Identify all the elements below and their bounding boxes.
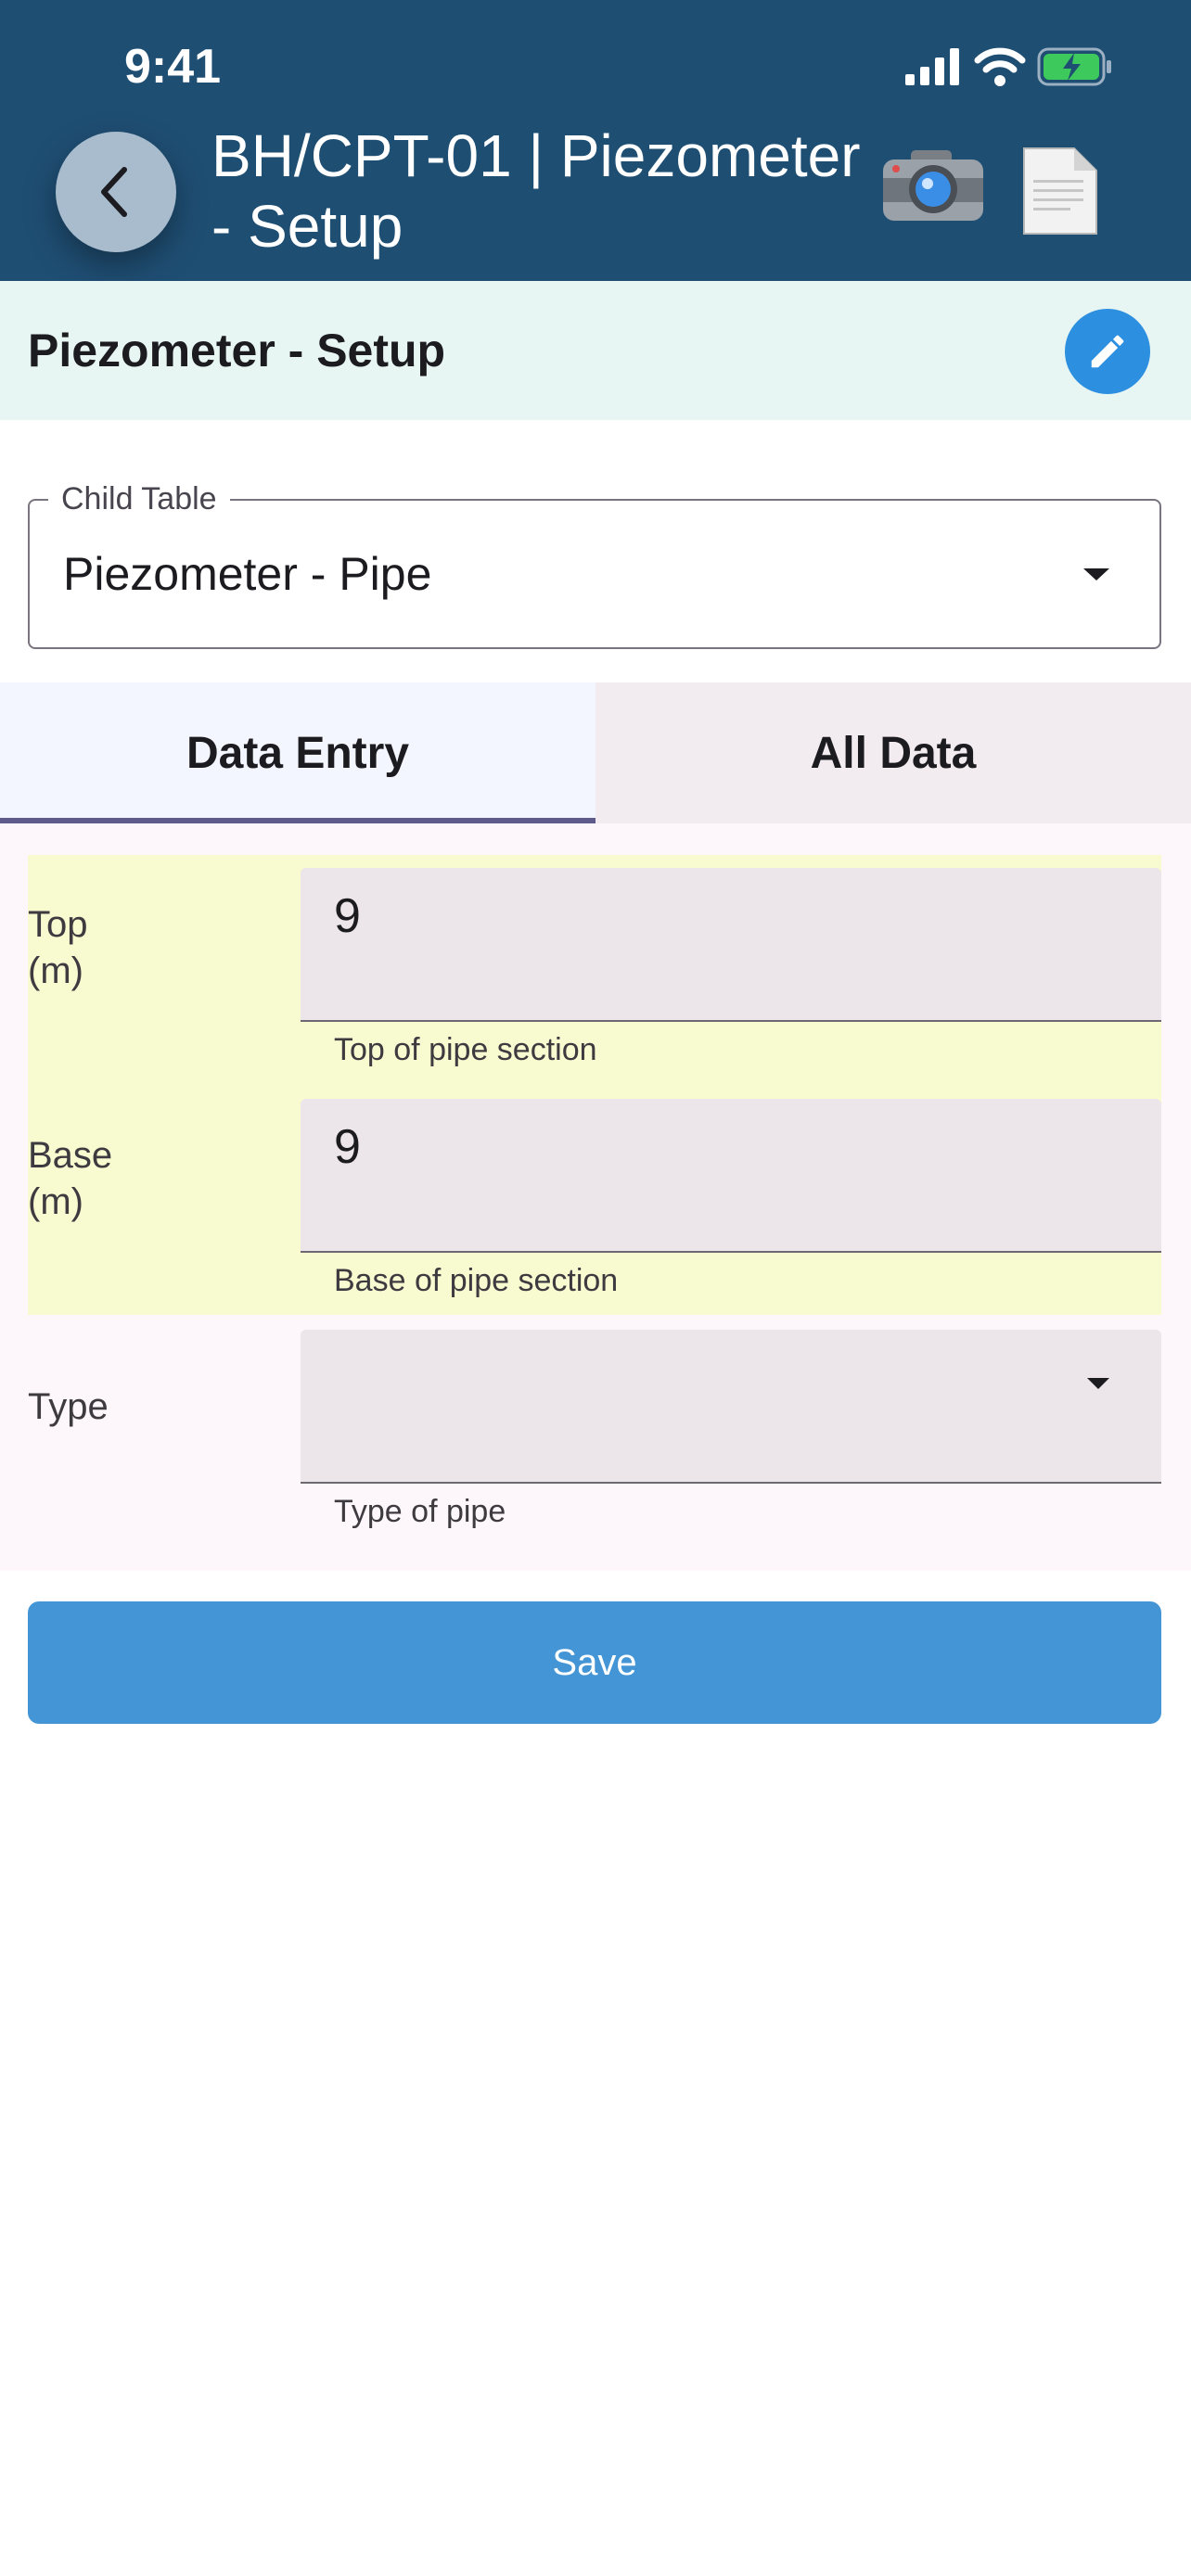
save-button[interactable]: Save (28, 1601, 1161, 1724)
section-bar: Piezometer - Setup (0, 281, 1191, 420)
caret-down-icon (1087, 1378, 1109, 1389)
base-input[interactable]: 9 (301, 1099, 1161, 1253)
document-button[interactable] (1020, 147, 1100, 240)
top-helper-text: Top of pipe section (334, 1032, 597, 1067)
type-helper-text: Type of pipe (334, 1494, 506, 1529)
back-button[interactable] (56, 132, 176, 252)
battery-charging-icon (1037, 47, 1111, 86)
base-label: Base (m) (28, 1135, 113, 1222)
edit-button[interactable] (1065, 309, 1150, 394)
top-input[interactable]: 9 (301, 868, 1161, 1022)
chevron-left-icon (101, 167, 127, 217)
type-label: Type (28, 1386, 109, 1427)
status-icons (905, 45, 1113, 89)
tab-bar: Data Entry All Data (0, 682, 1191, 823)
document-icon (1023, 147, 1097, 235)
child-table-value: Piezometer - Pipe (63, 548, 432, 600)
data-entry-form: Top (m) 9 Top of pipe section Base (m) 9… (0, 823, 1191, 1571)
caret-down-icon (1083, 568, 1109, 580)
pencil-icon (1091, 335, 1124, 368)
wifi-icon (974, 47, 1026, 86)
base-helper-text: Base of pipe section (334, 1263, 619, 1298)
camera-button[interactable] (881, 147, 985, 229)
tab-data-entry[interactable]: Data Entry (0, 682, 596, 823)
base-value: 9 (334, 1120, 361, 1174)
child-table-select[interactable]: Child Table Piezometer - Pipe (28, 480, 1161, 649)
tab-all-data[interactable]: All Data (596, 682, 1191, 823)
top-label: Top (m) (28, 904, 88, 991)
app-header: 9:41 BH/CPT-01 | Piezometer - Setup (0, 0, 1191, 281)
header-title: BH/CPT-01 | Piezometer - Setup (211, 122, 861, 260)
status-time: 9:41 (124, 40, 222, 94)
camera-icon (883, 150, 983, 221)
section-title: Piezometer - Setup (28, 325, 446, 376)
type-select[interactable] (301, 1330, 1161, 1484)
cellular-signal-icon (905, 48, 959, 85)
top-value: 9 (334, 889, 361, 943)
